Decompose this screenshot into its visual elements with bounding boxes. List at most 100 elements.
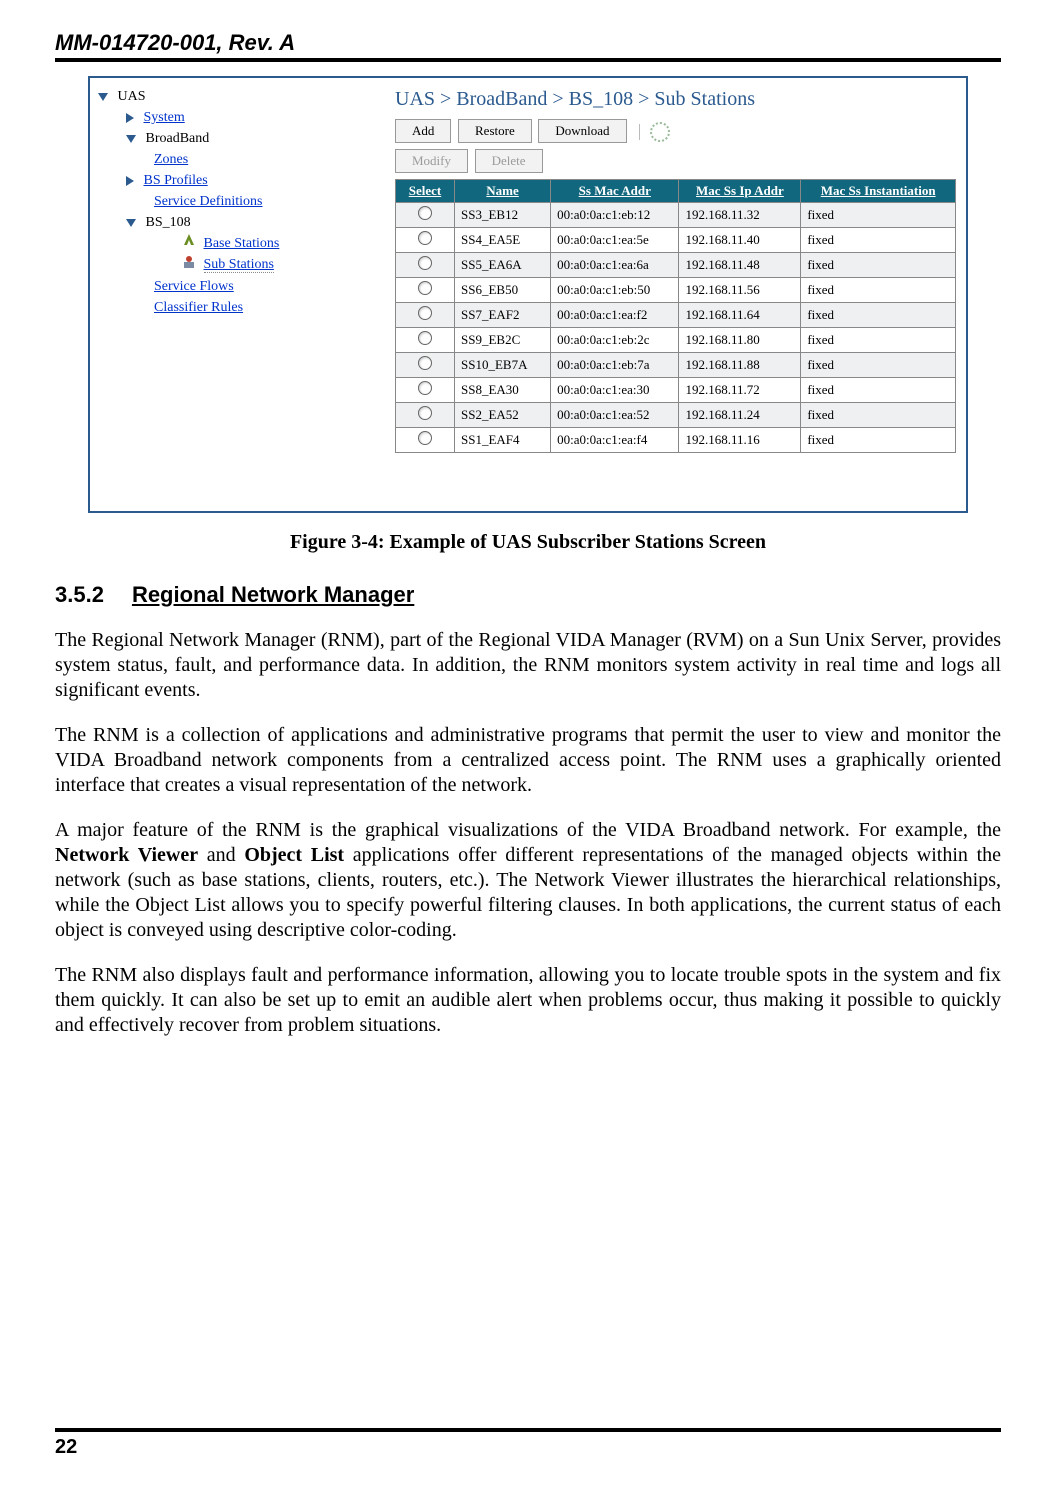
col-mac[interactable]: Ss Mac Addr bbox=[551, 180, 679, 203]
table-row[interactable]: SS8_EA3000:a0:0a:c1:ea:30192.168.11.72fi… bbox=[396, 378, 956, 403]
cell-inst: fixed bbox=[801, 253, 956, 278]
cell-name: SS10_EB7A bbox=[455, 353, 551, 378]
cell-name: SS1_EAF4 bbox=[455, 428, 551, 453]
spinner-icon bbox=[650, 122, 670, 142]
cell-select[interactable] bbox=[396, 228, 455, 253]
table-row[interactable]: SS1_EAF400:a0:0a:c1:ea:f4192.168.11.16fi… bbox=[396, 428, 956, 453]
footer-rule bbox=[55, 1428, 1001, 1432]
restore-button[interactable]: Restore bbox=[458, 119, 532, 143]
tree-item-bsprofiles[interactable]: BS Profiles bbox=[98, 170, 383, 191]
tree-item-basestations[interactable]: Base Stations bbox=[98, 233, 383, 254]
station-icon bbox=[182, 255, 196, 276]
text: A major feature of the RNM is the graphi… bbox=[55, 819, 1001, 841]
doc-header: MM-014720-001, Rev. A bbox=[55, 30, 1001, 58]
cell-mac: 00:a0:0a:c1:eb:12 bbox=[551, 203, 679, 228]
triangle-right-icon bbox=[126, 176, 134, 186]
table-row[interactable]: SS2_EA5200:a0:0a:c1:ea:52192.168.11.24fi… bbox=[396, 403, 956, 428]
body-paragraph: A major feature of the RNM is the graphi… bbox=[55, 818, 1001, 943]
table-row[interactable]: SS3_EB1200:a0:0a:c1:eb:12192.168.11.32fi… bbox=[396, 203, 956, 228]
cell-inst: fixed bbox=[801, 278, 956, 303]
tree-item-serviceflows[interactable]: Service Flows bbox=[98, 276, 383, 297]
download-button[interactable]: Download bbox=[538, 119, 626, 143]
radio-icon[interactable] bbox=[418, 331, 432, 345]
tree-item-substations[interactable]: Sub Stations bbox=[98, 254, 383, 275]
triangle-right-icon bbox=[126, 113, 134, 123]
cell-ip: 192.168.11.48 bbox=[679, 253, 801, 278]
add-button[interactable]: Add bbox=[395, 119, 451, 143]
tree-label: Classifier Rules bbox=[154, 300, 243, 315]
cell-name: SS4_EA5E bbox=[455, 228, 551, 253]
cell-select[interactable] bbox=[396, 428, 455, 453]
tree-label: Sub Stations bbox=[204, 257, 274, 273]
radio-icon[interactable] bbox=[418, 206, 432, 220]
tree-label: System bbox=[144, 110, 185, 125]
table-row[interactable]: SS6_EB5000:a0:0a:c1:eb:50192.168.11.56fi… bbox=[396, 278, 956, 303]
cell-select[interactable] bbox=[396, 203, 455, 228]
tree-item-classrules[interactable]: Classifier Rules bbox=[98, 297, 383, 318]
table-row[interactable]: SS9_EB2C00:a0:0a:c1:eb:2c192.168.11.80fi… bbox=[396, 328, 956, 353]
modify-button[interactable]: Modify bbox=[395, 149, 468, 173]
tree-item-broadband[interactable]: BroadBand bbox=[98, 128, 383, 149]
tree-root[interactable]: UAS bbox=[98, 86, 383, 107]
separator bbox=[639, 124, 640, 140]
col-inst[interactable]: Mac Ss Instantiation bbox=[801, 180, 956, 203]
tree-item-zones[interactable]: Zones bbox=[98, 149, 383, 170]
cell-ip: 192.168.11.72 bbox=[679, 378, 801, 403]
cell-select[interactable] bbox=[396, 353, 455, 378]
nav-tree: UAS System BroadBand Zones BS Profiles S… bbox=[90, 78, 389, 461]
section-title: Regional Network Manager bbox=[132, 582, 414, 607]
tree-item-system[interactable]: System bbox=[98, 107, 383, 128]
cell-mac: 00:a0:0a:c1:eb:50 bbox=[551, 278, 679, 303]
content-pane: UAS > BroadBand > BS_108 > Sub Stations … bbox=[389, 78, 966, 461]
cell-name: SS5_EA6A bbox=[455, 253, 551, 278]
tree-label: BS Profiles bbox=[144, 173, 208, 188]
radio-icon[interactable] bbox=[418, 406, 432, 420]
text: and bbox=[198, 844, 244, 866]
cell-ip: 192.168.11.24 bbox=[679, 403, 801, 428]
header-rule bbox=[55, 58, 1001, 62]
cell-select[interactable] bbox=[396, 378, 455, 403]
radio-icon[interactable] bbox=[418, 256, 432, 270]
cell-mac: 00:a0:0a:c1:eb:7a bbox=[551, 353, 679, 378]
cell-ip: 192.168.11.80 bbox=[679, 328, 801, 353]
delete-button[interactable]: Delete bbox=[475, 149, 543, 173]
table-row[interactable]: SS5_EA6A00:a0:0a:c1:ea:6a192.168.11.48fi… bbox=[396, 253, 956, 278]
toolbar-primary: Add Restore Download bbox=[395, 119, 956, 143]
col-ip[interactable]: Mac Ss Ip Addr bbox=[679, 180, 801, 203]
tree-label: UAS bbox=[118, 89, 146, 104]
col-name[interactable]: Name bbox=[455, 180, 551, 203]
table-row[interactable]: SS7_EAF200:a0:0a:c1:ea:f2192.168.11.64fi… bbox=[396, 303, 956, 328]
cell-mac: 00:a0:0a:c1:ea:52 bbox=[551, 403, 679, 428]
cell-select[interactable] bbox=[396, 403, 455, 428]
cell-inst: fixed bbox=[801, 228, 956, 253]
table-row[interactable]: SS4_EA5E00:a0:0a:c1:ea:5e192.168.11.40fi… bbox=[396, 228, 956, 253]
cell-ip: 192.168.11.40 bbox=[679, 228, 801, 253]
cell-ip: 192.168.11.16 bbox=[679, 428, 801, 453]
table-header-row: Select Name Ss Mac Addr Mac Ss Ip Addr M… bbox=[396, 180, 956, 203]
cell-name: SS2_EA52 bbox=[455, 403, 551, 428]
tree-label: BroadBand bbox=[146, 131, 210, 146]
radio-icon[interactable] bbox=[418, 356, 432, 370]
cell-name: SS8_EA30 bbox=[455, 378, 551, 403]
body-paragraph: The RNM also displays fault and performa… bbox=[55, 963, 1001, 1038]
cell-name: SS7_EAF2 bbox=[455, 303, 551, 328]
radio-icon[interactable] bbox=[418, 431, 432, 445]
radio-icon[interactable] bbox=[418, 231, 432, 245]
radio-icon[interactable] bbox=[418, 381, 432, 395]
radio-icon[interactable] bbox=[418, 306, 432, 320]
radio-icon[interactable] bbox=[418, 281, 432, 295]
tree-label: Service Definitions bbox=[154, 194, 262, 209]
cell-select[interactable] bbox=[396, 303, 455, 328]
table-row[interactable]: SS10_EB7A00:a0:0a:c1:eb:7a192.168.11.88f… bbox=[396, 353, 956, 378]
triangle-down-icon bbox=[126, 135, 136, 143]
col-select[interactable]: Select bbox=[396, 180, 455, 203]
substations-table: Select Name Ss Mac Addr Mac Ss Ip Addr M… bbox=[395, 179, 956, 453]
cell-select[interactable] bbox=[396, 328, 455, 353]
tree-item-servicedefs[interactable]: Service Definitions bbox=[98, 191, 383, 212]
cell-select[interactable] bbox=[396, 278, 455, 303]
tree-label: Zones bbox=[154, 152, 188, 167]
cell-select[interactable] bbox=[396, 253, 455, 278]
tree-item-bs108[interactable]: BS_108 bbox=[98, 212, 383, 233]
antenna-icon bbox=[182, 233, 196, 254]
section-heading: 3.5.2Regional Network Manager bbox=[55, 582, 1001, 608]
